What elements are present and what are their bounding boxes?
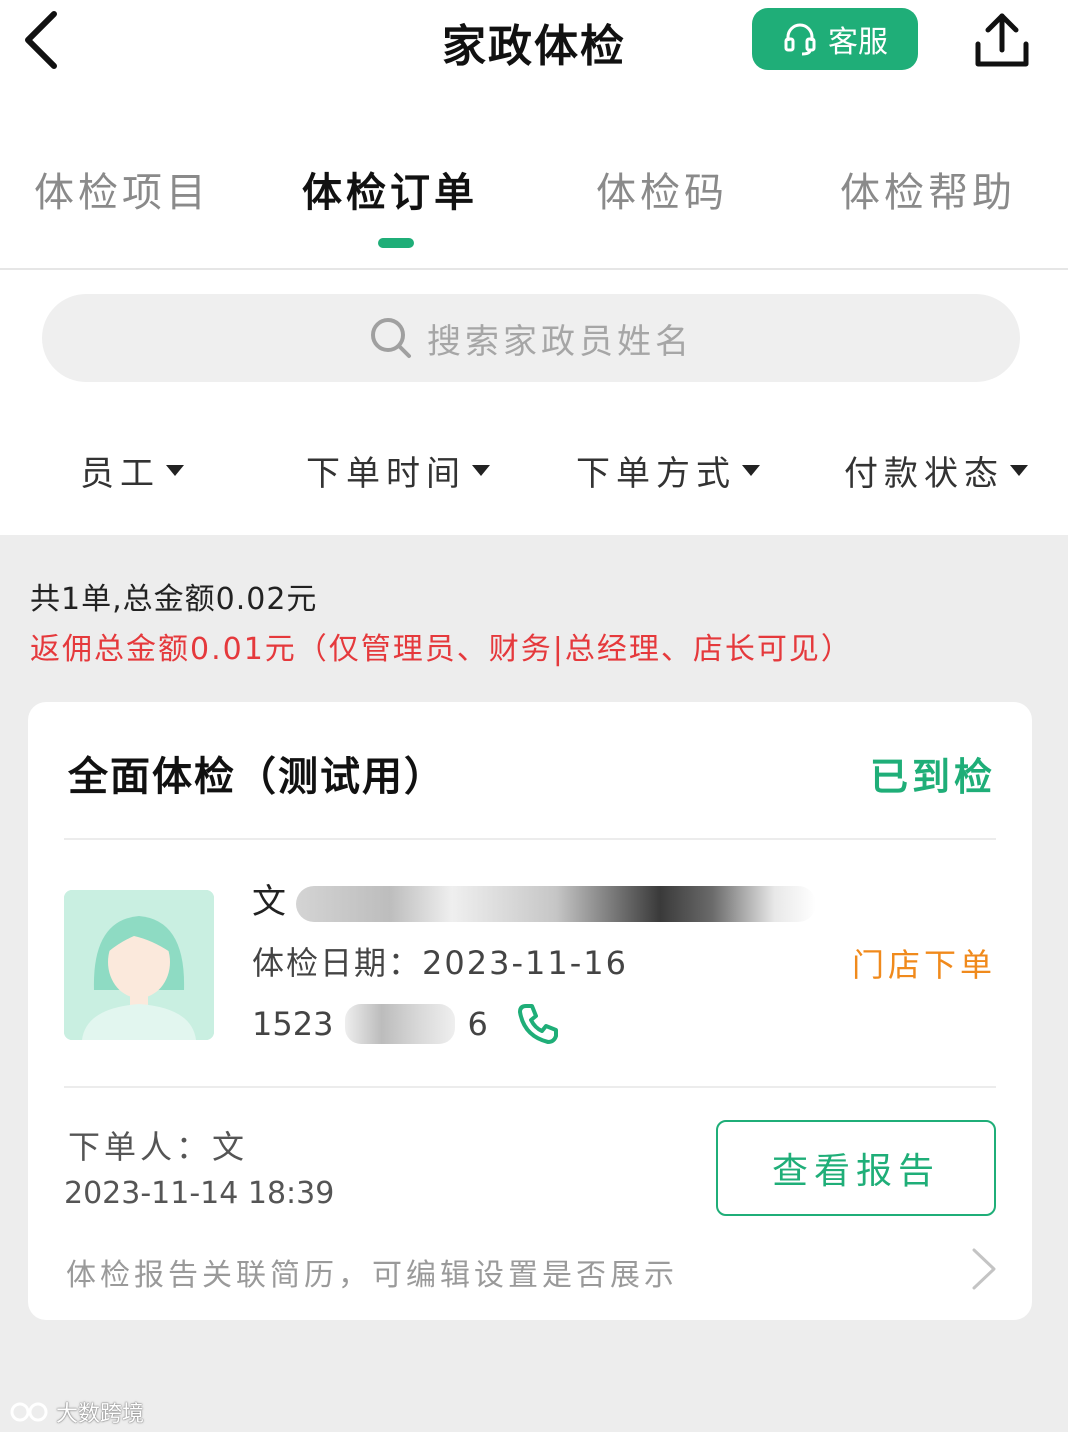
orderer: 下单人：文 <box>68 1128 249 1166</box>
caret-down-icon <box>1010 465 1028 476</box>
search-icon <box>371 318 411 358</box>
phone-suffix: 6 <box>467 1005 488 1043</box>
search-placeholder: 搜索家政员姓名 <box>427 321 693 362</box>
filter-payment-status[interactable]: 付款状态 <box>844 446 1028 495</box>
tab-bar: 体检项目 体检订单 体检码 体检帮助 <box>0 150 1068 270</box>
commission-summary: 返佣总金额0.01元（仅管理员、财务|总经理、店长可见） <box>30 632 853 667</box>
caret-down-icon <box>742 465 760 476</box>
phone-call-icon[interactable] <box>514 1000 562 1048</box>
watermark-text: 大数跨境 <box>56 1402 145 1427</box>
headset-icon <box>784 23 816 56</box>
share-upload-icon[interactable] <box>970 10 1034 72</box>
watermark-logo-icon <box>10 1402 48 1422</box>
filter-employee[interactable]: 员工 <box>80 446 184 495</box>
order-time: 2023-11-14 18:39 <box>64 1176 335 1211</box>
divider <box>64 838 996 840</box>
tab-exam-items[interactable]: 体检项目 <box>34 160 210 218</box>
header-panel: 家政体检 客服 体检项目 体检订单 体检码 体检帮助 搜索家政员姓名 员工 下单… <box>0 0 1068 535</box>
exam-date: 体检日期：2023-11-16 <box>252 944 628 982</box>
phone-prefix: 1523 <box>252 1005 334 1043</box>
tab-exam-orders[interactable]: 体检订单 <box>302 160 478 218</box>
redacted-employee-id <box>296 885 816 922</box>
order-title: 全面体检（测试用） <box>68 754 446 800</box>
resume-link-note[interactable]: 体检报告关联简历，可编辑设置是否展示 <box>66 1250 678 1294</box>
filter-order-time-label: 下单时间 <box>306 454 466 494</box>
chevron-right-icon[interactable] <box>966 1246 1000 1292</box>
redacted-phone <box>345 1004 456 1044</box>
order-source-badge: 门店下单 <box>851 946 996 984</box>
customer-service-button[interactable]: 客服 <box>752 8 918 70</box>
watermark: 大数跨境 <box>10 1396 144 1428</box>
filter-order-time[interactable]: 下单时间 <box>306 446 490 495</box>
filter-bar: 员工 下单时间 下单方式 付款状态 <box>0 440 1068 500</box>
filter-order-method[interactable]: 下单方式 <box>576 446 760 495</box>
filter-payment-status-label: 付款状态 <box>844 454 1004 494</box>
divider <box>64 1086 996 1088</box>
caret-down-icon <box>472 465 490 476</box>
phone-row: 1523 6 <box>252 1000 562 1048</box>
chevron-left-icon[interactable] <box>20 10 70 70</box>
page-title: 家政体检 <box>442 21 626 72</box>
person-avatar-icon <box>64 890 214 1040</box>
status-badge: 已到检 <box>869 755 996 799</box>
navigation-bar: 家政体检 客服 <box>0 0 1068 95</box>
avatar <box>64 890 214 1040</box>
tab-exam-code[interactable]: 体检码 <box>596 160 728 218</box>
employee-name: 文 <box>252 882 286 922</box>
employee-info: 文 <box>252 874 816 923</box>
order-summary: 共1单,总金额0.02元 <box>30 582 318 617</box>
customer-service-label: 客服 <box>828 25 888 60</box>
caret-down-icon <box>166 465 184 476</box>
active-tab-indicator <box>378 238 414 248</box>
order-card[interactable]: 全面体检（测试用） 已到检 文 体检日期：2023-11-16 门店下单 152… <box>28 702 1032 1320</box>
view-report-button[interactable]: 查看报告 <box>716 1120 996 1216</box>
filter-employee-label: 员工 <box>80 454 160 494</box>
tab-exam-help[interactable]: 体检帮助 <box>840 160 1016 218</box>
search-input[interactable]: 搜索家政员姓名 <box>42 294 1020 382</box>
filter-order-method-label: 下单方式 <box>576 454 736 494</box>
